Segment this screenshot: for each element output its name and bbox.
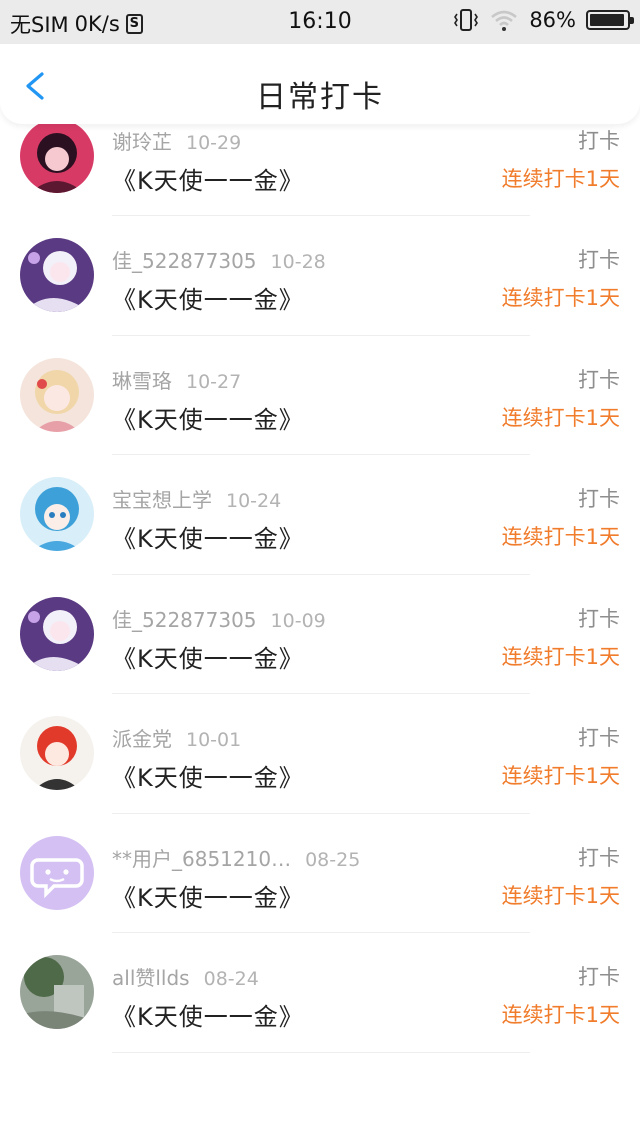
checkin-label: 打卡	[578, 487, 620, 511]
checkin-label: 打卡	[578, 248, 620, 272]
streak-label: 连续打卡1天	[501, 644, 620, 669]
user-info: 派金党 10-01	[112, 723, 241, 752]
streak-label: 连续打卡1天	[501, 166, 620, 191]
user-info: 佳_522877305 10-09	[112, 604, 326, 633]
checkin-row[interactable]: all赞llds 08-24 《K天使一一金》 打卡连续打卡1天	[0, 933, 640, 1053]
user-info: **用户_6851210… 08-25	[112, 843, 360, 872]
checkin-row[interactable]: 派金党 10-01 《K天使一一金》 打卡连续打卡1天	[0, 694, 640, 814]
checkin-date: 10-29	[186, 131, 242, 154]
checkin-date: 10-24	[226, 490, 282, 512]
battery-percent: 86%	[529, 8, 576, 32]
user-name[interactable]: 谢玲芷	[112, 126, 172, 155]
user-info: 宝宝想上学 10-24	[112, 484, 281, 513]
user-name[interactable]: **用户_6851210…	[112, 843, 291, 872]
avatar[interactable]	[20, 596, 94, 671]
avatar[interactable]	[20, 118, 94, 193]
checkin-date: 08-25	[305, 848, 361, 871]
checkin-date: 10-01	[186, 729, 242, 751]
nav-bar: 日常打卡	[0, 44, 640, 124]
checkin-date: 10-28	[270, 251, 326, 273]
checkin-label: 打卡	[578, 726, 620, 750]
avatar[interactable]	[20, 238, 94, 312]
streak-label: 连续打卡1天	[501, 1003, 620, 1027]
user-info: 谢玲芷 10-29	[112, 126, 241, 155]
user-name[interactable]: 佳_522877305	[112, 604, 257, 633]
wifi-icon	[491, 10, 518, 31]
status-bar: 无SIM 0K/s S 16:10 86%	[0, 0, 640, 44]
row-divider	[112, 1051, 530, 1053]
avatar[interactable]	[20, 716, 94, 790]
user-name[interactable]: 派金党	[112, 723, 172, 752]
checkin-label: 打卡	[578, 845, 620, 870]
checkin-date: 10-27	[186, 370, 242, 393]
book-title: 《K天使一一金》	[112, 883, 304, 912]
user-info: 琳雪珞 10-27	[112, 365, 241, 394]
user-name[interactable]: 琳雪珞	[112, 365, 172, 394]
book-title: 《K天使一一金》	[112, 764, 304, 792]
streak-label: 连续打卡1天	[501, 525, 620, 549]
streak-label: 连续打卡1天	[501, 286, 620, 310]
book-title: 《K天使一一金》	[112, 644, 304, 673]
user-name[interactable]: 佳_522877305	[112, 245, 257, 274]
checkin-date: 10-09	[270, 609, 326, 632]
checkin-row[interactable]: 佳_522877305 10-09 《K天使一一金》 打卡连续打卡1天	[0, 575, 640, 694]
vibrate-icon	[454, 9, 479, 31]
checkin-row[interactable]: 琳雪珞 10-27 《K天使一一金》 打卡连续打卡1天	[0, 336, 640, 455]
battery-icon	[586, 10, 634, 30]
user-name[interactable]: 宝宝想上学	[112, 484, 212, 513]
book-title: 《K天使一一金》	[112, 286, 304, 314]
page-title: 日常打卡	[256, 80, 384, 115]
avatar[interactable]	[20, 835, 94, 910]
list-viewport[interactable]: 《K天使一一金》连续打卡1天谢玲芷10-29《K天使一一金》打卡连续打卡1天佳_…	[0, 44, 640, 1138]
avatar[interactable]	[20, 955, 94, 1029]
checkin-row[interactable]: 宝宝想上学 10-24 《K天使一一金》 打卡连续打卡1天	[0, 455, 640, 575]
avatar[interactable]	[20, 357, 94, 432]
checkin-row[interactable]: **用户_6851210… 08-25 《K天使一一金》 打卡 连续打卡1天	[0, 814, 640, 933]
checkin-label: 打卡	[578, 128, 620, 153]
user-name[interactable]: all赞llds	[112, 962, 190, 991]
avatar[interactable]	[20, 477, 94, 551]
checkin-date: 08-24	[203, 968, 259, 990]
streak-label: 连续打卡1天	[501, 883, 620, 908]
user-info: all赞llds 08-24	[112, 962, 259, 991]
app-screen: 无SIM 0K/s S 16:10 86% 《K天使一一金》连续打卡1天谢玲	[0, 0, 640, 1138]
status-right: 86%	[453, 8, 634, 32]
book-title: 《K天使一一金》	[112, 405, 304, 434]
book-title: 《K天使一一金》	[112, 525, 304, 553]
checkin-label: 打卡	[578, 367, 620, 392]
checkin-label: 打卡	[578, 965, 620, 989]
streak-label: 连续打卡1天	[501, 405, 620, 430]
user-info: 佳_522877305 10-28	[112, 245, 326, 274]
streak-label: 连续打卡1天	[501, 764, 620, 788]
checkin-label: 打卡	[578, 606, 620, 631]
checkin-list: 《K天使一一金》连续打卡1天谢玲芷10-29《K天使一一金》打卡连续打卡1天佳_…	[0, 44, 640, 1053]
book-title: 《K天使一一金》	[112, 1003, 304, 1031]
checkin-row[interactable]: 佳_522877305 10-28 《K天使一一金》 打卡连续打卡1天	[0, 216, 640, 336]
book-title: 《K天使一一金》	[112, 166, 304, 195]
